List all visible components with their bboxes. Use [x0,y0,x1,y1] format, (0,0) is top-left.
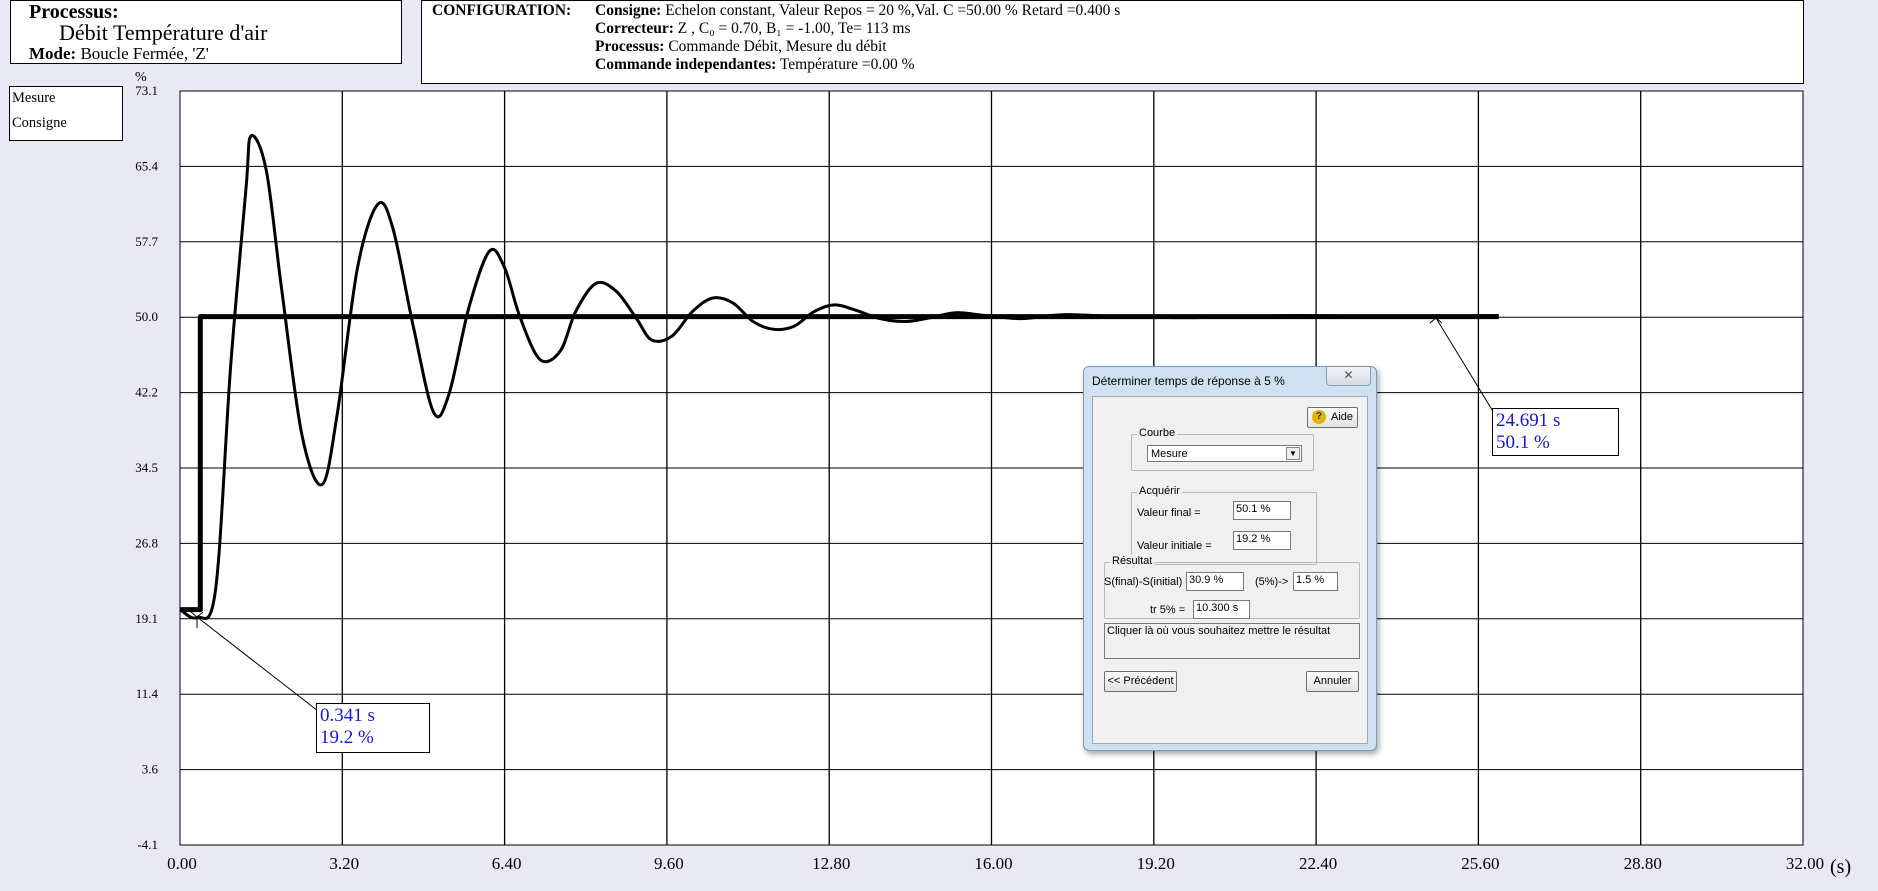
pct-field[interactable]: 1.5 % [1293,572,1338,591]
config-consigne: Consigne: Echelon constant, Valeur Repos… [595,2,1120,20]
y-tick-label: 57.7 [135,234,158,249]
initial-value-field[interactable]: 19.2 % [1233,531,1291,550]
processus-label: Processus: [595,38,665,55]
x-tick-label: 32.00 [1786,854,1824,873]
y-tick-label: 19.1 [135,611,158,626]
dialog-title: Déterminer temps de réponse à 5 % [1092,374,1285,388]
y-tick-label: 34.5 [135,460,158,475]
annotation-end-value: 50.1 % [1496,432,1550,453]
help-button-label: Aide [1330,411,1354,423]
x-tick-label: 16.00 [974,854,1012,873]
annotation-start-value: 19.2 % [320,727,374,748]
x-tick-label: 12.80 [812,854,850,873]
mode-value: Boucle Fermée, 'Z' [80,44,209,63]
config-correcteur: Correcteur: Z , C₀ = 0.70, B₁ = -1.00, T… [595,20,910,38]
acquerir-group: Acquérir Valeur final = 50.1 % Valeur in… [1131,485,1317,565]
y-tick-label: 3.6 [142,762,159,777]
acquerir-group-label: Acquérir [1137,485,1182,497]
x-tick-label: 22.40 [1299,854,1337,873]
chart-legend: Mesure Consigne [9,86,123,141]
y-tick-label: 11.4 [136,686,159,701]
courbe-group-label: Courbe [1137,427,1178,439]
annotation-end-time: 24.691 s [1496,410,1561,431]
x-tick-label: 9.60 [654,854,684,873]
processus-value: Commande Débit, Mesure du débit [668,38,887,55]
final-value-field[interactable]: 50.1 % [1233,501,1291,520]
configuration-box: CONFIGURATION: Consigne: Echelon constan… [421,0,1804,84]
y-tick-label: 42.2 [135,385,158,400]
consigne-value: Echelon constant, Valeur Repos = 20 %,Va… [665,2,1121,19]
x-tick-label: 3.20 [329,854,359,873]
mode-label: Mode: [29,44,77,63]
process-info-box: Processus: Débit Température d'air Mode:… [10,0,402,64]
x-tick-label: 6.40 [492,854,522,873]
y-tick-label: 65.4 [135,158,158,173]
y-tick-label: 50.0 [135,309,158,324]
diff-field[interactable]: 30.9 % [1186,572,1244,591]
x-axis-label: (s) [1830,856,1851,878]
courbe-group: Courbe Mesure ▼ [1131,427,1314,471]
x-tick-label: 19.20 [1137,854,1175,873]
x-tick-label: 28.80 [1624,854,1662,873]
help-icon: ? [1311,410,1326,425]
annotation-start-time: 0.341 s [320,705,375,726]
cancel-button[interactable]: Annuler [1306,671,1359,692]
diff-label: S(final)-S(initial) = [1104,576,1192,588]
close-icon: ✕ [1343,368,1354,382]
legend-item-mesure: Mesure [12,90,56,106]
correcteur-value: Z , C₀ = 0.70, B₁ = -1.00, Te= 113 ms [677,20,911,37]
config-commande: Commande independantes: Température =0.0… [595,56,915,74]
y-tick-labels: 73.1 65.4 57.7 50.0 42.2 34.5 26.8 19.1 11.4 3.6 -… [135,83,158,852]
courbe-select[interactable]: Mesure ▼ [1147,445,1302,462]
x-tick-labels: 0.00 3.20 6.40 9.60 12.80 16.00 19.20 22.40 25.6… [167,854,1824,873]
annotation-end[interactable]: 24.691 s 50.1 % [1492,408,1619,456]
response-time-dialog: Déterminer temps de réponse à 5 % ✕ ? Aid… [1083,366,1377,751]
commande-label: Commande independantes: [595,56,777,73]
chevron-down-icon: ▼ [1286,447,1300,460]
y-tick-label: 26.8 [135,535,158,550]
previous-button[interactable]: << Précédent [1104,671,1177,692]
process-name: Débit Température d'air [59,20,268,45]
y-tick-label: -4.1 [137,837,158,852]
tr-label: tr 5% = [1150,604,1186,616]
resultat-group-label: Résultat [1110,555,1155,567]
resultat-group: Résultat S(final)-S(initial) = 30.9 % (5… [1104,555,1360,619]
process-mode: Mode: Boucle Fermée, 'Z' [29,44,209,64]
initial-value-label: Valeur initiale = [1137,540,1212,552]
result-message: Cliquer là où vous souhaitez mettre le r… [1104,623,1360,659]
config-title: CONFIGURATION: [432,2,572,19]
legend-item-consigne: Consigne [12,115,67,131]
pct-label: (5%)-> [1255,576,1289,588]
annotation-start[interactable]: 0.341 s 19.2 % [316,703,430,753]
x-tick-label: 0.00 [167,854,197,873]
tr-field[interactable]: 10.300 s [1193,600,1250,619]
help-button[interactable]: ? Aide [1307,407,1358,428]
y-axis-label: % [135,70,147,85]
close-button[interactable]: ✕ [1326,367,1371,386]
consigne-label: Consigne: [595,2,662,19]
dialog-body: ? Aide Courbe Mesure ▼ Acquérir Valeur fi… [1092,396,1368,744]
y-tick-label: 73.1 [135,83,158,98]
config-processus: Processus: Commande Débit, Mesure du déb… [595,38,887,56]
final-value-label: Valeur final = [1137,507,1201,519]
x-tick-label: 25.60 [1461,854,1499,873]
courbe-select-value: Mesure [1151,448,1188,460]
commande-value: Température =0.00 % [779,56,915,73]
correcteur-label: Correcteur: [595,20,674,37]
